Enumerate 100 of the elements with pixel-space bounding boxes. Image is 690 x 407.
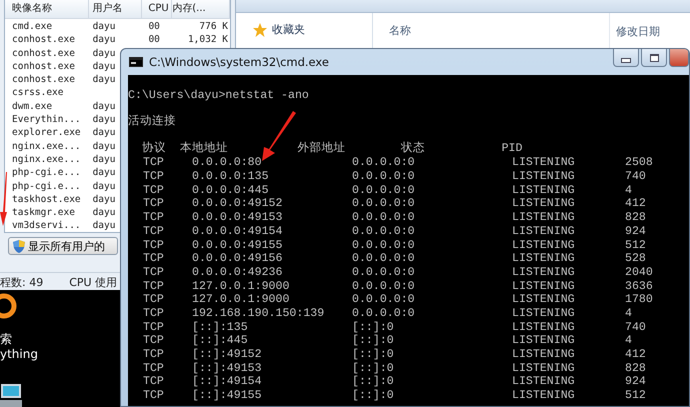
table-cell-text: dayu (92, 166, 116, 180)
console-text: 活动连接 (128, 114, 177, 128)
console-text: [::]:445 (192, 334, 248, 348)
console-text: [::]:0 (352, 375, 394, 390)
status-text: 程数: 49 (0, 275, 44, 290)
table-cell-text: dayu (92, 140, 116, 153)
console-text: LISTENING (512, 348, 575, 362)
console-text: LISTENING (512, 362, 575, 376)
table-cell-text: dayu (92, 113, 116, 126)
console-text: 2040 (625, 266, 653, 280)
console-text: [::]:49155 (192, 389, 262, 403)
console-text: LISTENING (512, 197, 575, 212)
console-text: TCP (143, 320, 164, 334)
console-text: [::]:0 (352, 348, 394, 362)
console-text: 0.0.0.0:80 (192, 156, 262, 170)
table-cell-text: conhost.exe (11, 73, 76, 86)
table-cell-text: dayu (92, 206, 116, 220)
console-text: 0.0.0.0:49152 (192, 197, 282, 212)
console-text: 0.0.0.0:0 (352, 224, 415, 239)
table-cell-text: conhost.exe (11, 46, 76, 60)
console-text: 4 (625, 306, 632, 321)
table-cell-text: dayu (92, 126, 116, 140)
table-cell-text: dayu (92, 73, 116, 86)
console-text: 0.0.0.0:0 (352, 238, 415, 252)
console-text: TCP (143, 211, 164, 225)
shield-icon (13, 240, 25, 252)
console-text: TCP (143, 348, 164, 362)
console-icon (129, 57, 143, 67)
table-cell-text: vm3dservi... (11, 219, 82, 232)
table-cell-text: php-cgi.e... (11, 166, 82, 180)
table-cell-text: dayu (92, 33, 116, 47)
console-text: 412 (625, 197, 646, 212)
console-text: TCP (143, 197, 164, 212)
arrow-annotation (262, 111, 296, 161)
minimize-button[interactable] (613, 49, 639, 67)
console-text: [::]:49154 (192, 375, 262, 390)
console-text: TCP (143, 252, 164, 266)
console-text: 0.0.0.0:0 (352, 306, 415, 321)
table-cell-text: conhost.exe (11, 33, 76, 47)
close-button[interactable] (669, 49, 689, 67)
computer-icon (0, 382, 24, 407)
console-text: 924 (625, 375, 646, 390)
console-text: 3636 (625, 280, 653, 294)
table-cell-text: conhost.exe (11, 60, 76, 74)
table-cell-text: dwm.exe (11, 100, 54, 114)
column-header[interactable]: 内存(... (172, 0, 230, 18)
console-text: TCP (143, 170, 164, 184)
console-text: TCP (143, 362, 164, 376)
console-text: 192.168.190.150:139 (192, 306, 324, 321)
column-header[interactable]: 映像名称 (5, 0, 89, 18)
table-cell-text: 00 (147, 33, 161, 47)
table-cell-text: dayu (92, 20, 116, 34)
console-text: TCP (143, 306, 164, 321)
icon-label: ything (0, 347, 38, 362)
console-text: TCP (143, 238, 164, 252)
console-text: 924 (625, 224, 646, 239)
console-text: 512 (625, 238, 646, 252)
console-text: 0.0.0.0:0 (352, 211, 415, 225)
table-cell-text: nginx.exe... (11, 152, 82, 166)
console-text: [::]:49153 (192, 362, 262, 376)
console-text: LISTENING (512, 334, 575, 348)
console-text: LISTENING (512, 211, 575, 225)
console-text: 127.0.0.1:9000 (192, 293, 290, 307)
column-header[interactable]: 修改日期 (616, 24, 660, 38)
table-cell-text: dayu (92, 46, 116, 60)
console-text: 828 (625, 362, 646, 376)
column-header[interactable]: 用户名 (88, 0, 142, 18)
show-all-processes-button[interactable]: 显示所有用户的 (8, 237, 118, 255)
table-cell-text: dayu (92, 100, 116, 114)
console-text: 828 (625, 211, 646, 225)
console-text: TCP (143, 184, 164, 198)
console-text: 1780 (625, 293, 653, 307)
console-text: 2508 (625, 156, 653, 170)
table-cell-text: 776 K (198, 20, 229, 34)
status-text: CPU 使用 (69, 275, 118, 290)
column-header[interactable]: CPU (142, 0, 172, 18)
console-text: [::]:0 (352, 334, 394, 348)
console-text: TCP (143, 266, 164, 280)
icon-label: 索 (0, 332, 12, 347)
console-text: TCP (143, 375, 164, 390)
console-text: LISTENING (512, 224, 575, 239)
console-text: LISTENING (512, 170, 575, 184)
table-cell-text: csrss.exe (11, 86, 64, 100)
table-cell-text: 00 (147, 20, 161, 34)
nav-item[interactable]: 收藏夹 (272, 22, 305, 37)
console-text: 0.0.0.0:0 (352, 170, 415, 184)
console-text: 4 (625, 184, 632, 198)
console-text: 0.0.0.0:0 (352, 184, 415, 198)
maximize-button[interactable] (641, 49, 667, 67)
table-cell-text: taskhost.exe (11, 192, 82, 206)
console-text: 协议 本地地址 外部地址 状态 PID (140, 142, 524, 156)
console-text: 4 (625, 334, 632, 348)
console-text: LISTENING (512, 156, 575, 170)
console-text: 127.0.0.1:9000 (192, 280, 290, 294)
table-cell-text: explorer.exe (11, 126, 82, 140)
table-cell-text: cmd.exe (11, 20, 54, 34)
table-cell-text: 1,032 K (186, 33, 229, 47)
console-text: [::]:0 (352, 320, 394, 334)
console-text: LISTENING (512, 389, 575, 403)
command-line: C:\Users\dayu>netstat -ano (128, 89, 310, 103)
